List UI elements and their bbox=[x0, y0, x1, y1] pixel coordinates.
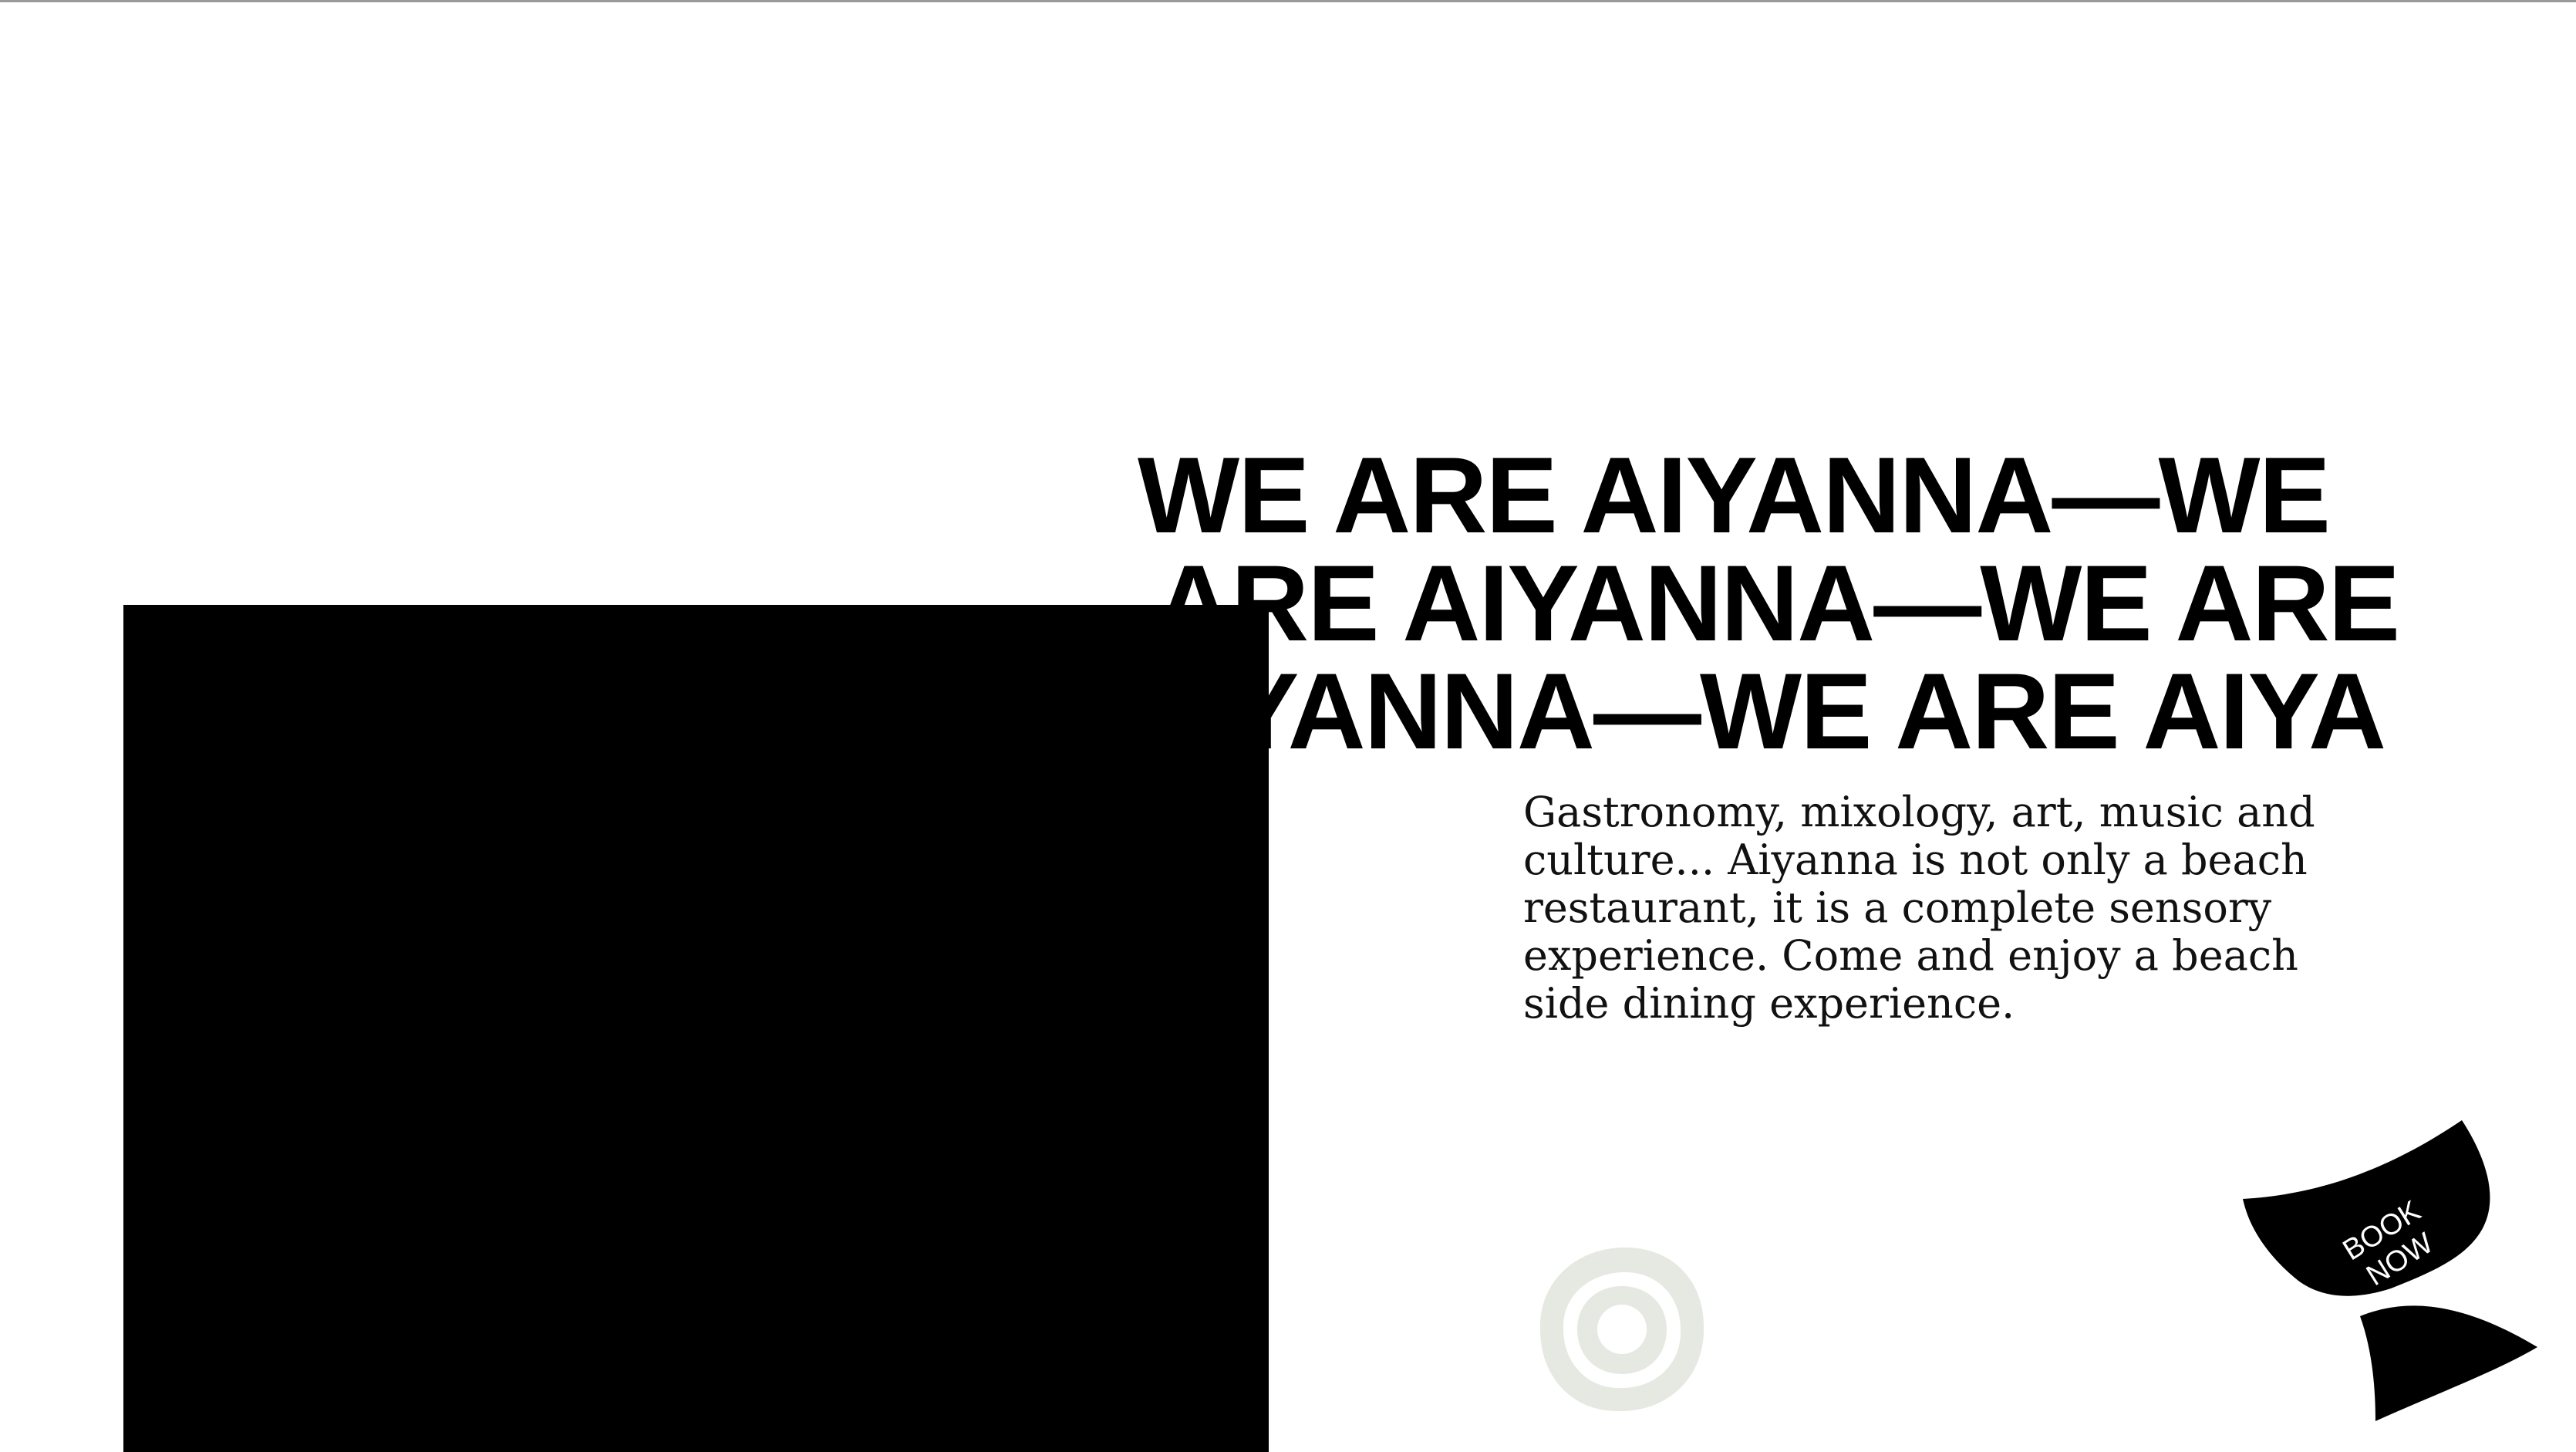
headline-line-2: ARE AIYANNA—WE ARE bbox=[1155, 542, 2400, 664]
headline-line-1: WE ARE AIYANNA—WE bbox=[1138, 441, 2331, 555]
headline-line-3: AIYANNA—WE ARE AIYA bbox=[1138, 650, 2386, 772]
book-now-button[interactable]: BOOK NOW bbox=[2237, 1119, 2545, 1427]
intro-paragraph: Gastronomy, mixology, art, music and cul… bbox=[1523, 788, 2315, 1028]
scroll-indicator-icon[interactable] bbox=[1539, 1246, 1705, 1413]
hero-image bbox=[123, 605, 1269, 1452]
top-divider bbox=[0, 0, 2576, 2]
marquee-headline: WE ARE AIYANNA—WE ARE AIYANNA—WE ARE AIY… bbox=[1138, 441, 2449, 773]
